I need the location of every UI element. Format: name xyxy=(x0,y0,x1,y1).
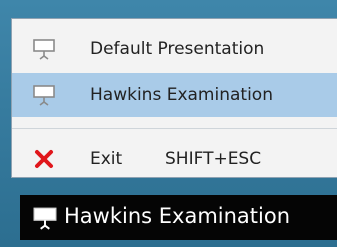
presentation-screen-icon xyxy=(33,39,55,60)
desktop-background: Default Presentation Hawkins Examination… xyxy=(0,0,337,247)
taskbar-button[interactable]: Hawkins Examination xyxy=(20,195,337,240)
close-x-icon xyxy=(35,150,53,168)
menu-item-label: Default Presentation xyxy=(90,39,265,59)
menu-item-label: Hawkins Examination xyxy=(90,85,273,105)
presentation-screen-icon xyxy=(33,207,57,230)
menu-item-shortcut: SHIFT+ESC xyxy=(165,149,262,169)
jump-list-menu: Default Presentation Hawkins Examination… xyxy=(11,18,337,178)
menu-separator xyxy=(12,128,337,129)
presentation-screen-icon xyxy=(33,85,55,106)
taskbar-button-label: Hawkins Examination xyxy=(64,204,291,228)
menu-item-hawkins-examination[interactable]: Hawkins Examination xyxy=(12,73,337,117)
menu-item-default-presentation[interactable]: Default Presentation xyxy=(12,27,337,71)
menu-item-exit[interactable]: Exit SHIFT+ESC xyxy=(12,137,337,177)
menu-item-label: Exit xyxy=(90,149,123,169)
